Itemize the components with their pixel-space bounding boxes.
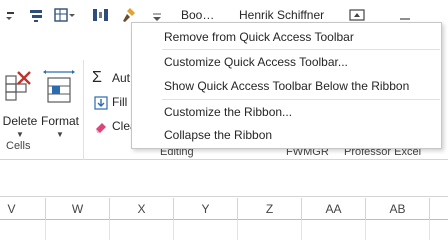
menu-item-collapse-ribbon[interactable]: Collapse the Ribbon xyxy=(132,124,441,146)
column-header-x[interactable]: X xyxy=(110,198,174,220)
cell[interactable] xyxy=(366,220,430,240)
menu-separator xyxy=(162,99,440,100)
menu-item-customize-qat[interactable]: Customize Quick Access Toolbar... xyxy=(132,51,441,73)
cells-group: Delete ▼ Format ▼ Cells xyxy=(0,60,84,160)
menu-separator xyxy=(162,49,440,50)
format-cells-icon xyxy=(43,70,75,103)
menu-item-show-qat-below-ribbon[interactable]: Show Quick Access Toolbar Below the Ribb… xyxy=(132,75,441,97)
qat-undo-dropdown-icon[interactable] xyxy=(4,6,22,24)
format-label: Format xyxy=(40,114,79,128)
qat-align-icon[interactable] xyxy=(92,6,110,24)
cell[interactable] xyxy=(0,220,46,240)
user-name[interactable]: Henrik Schiffner xyxy=(239,8,324,22)
column-header-aa[interactable]: AA xyxy=(302,198,366,220)
menu-item-customize-ribbon[interactable]: Customize the Ribbon... xyxy=(132,101,441,123)
cell[interactable] xyxy=(238,220,302,240)
cell[interactable] xyxy=(46,220,110,240)
grid-row xyxy=(0,220,448,240)
column-header-w[interactable]: W xyxy=(46,198,110,220)
formula-bar-area xyxy=(0,161,448,197)
document-title: Boo… xyxy=(181,8,215,22)
fill-down-icon xyxy=(94,96,108,110)
sigma-icon: Σ xyxy=(92,69,102,86)
column-header-y[interactable]: Y xyxy=(174,198,238,220)
fill-label: Fill xyxy=(112,95,128,109)
menu-item-remove-from-qat[interactable]: Remove from Quick Access Toolbar xyxy=(132,26,441,48)
column-header-ab[interactable]: AB xyxy=(366,198,430,220)
delete-cells-icon xyxy=(5,71,31,101)
column-header-z[interactable]: Z xyxy=(238,198,302,220)
autosum-label: Aut xyxy=(112,71,131,85)
format-button[interactable]: Format ▼ xyxy=(40,66,80,139)
qat-freeze-panes-icon[interactable] xyxy=(54,6,75,24)
delete-dropdown-icon: ▼ xyxy=(16,130,24,139)
cell[interactable] xyxy=(110,220,174,240)
column-headers: V W X Y Z AA AB xyxy=(0,198,448,220)
cell[interactable] xyxy=(174,220,238,240)
format-dropdown-icon: ▼ xyxy=(56,130,64,139)
cells-group-label: Cells xyxy=(6,140,31,152)
eraser-icon xyxy=(96,123,106,133)
cell[interactable] xyxy=(302,220,366,240)
qat-filter-icon[interactable] xyxy=(28,6,46,24)
column-header-v[interactable]: V xyxy=(0,198,46,220)
qat-context-menu: Remove from Quick Access Toolbar Customi… xyxy=(131,22,442,149)
